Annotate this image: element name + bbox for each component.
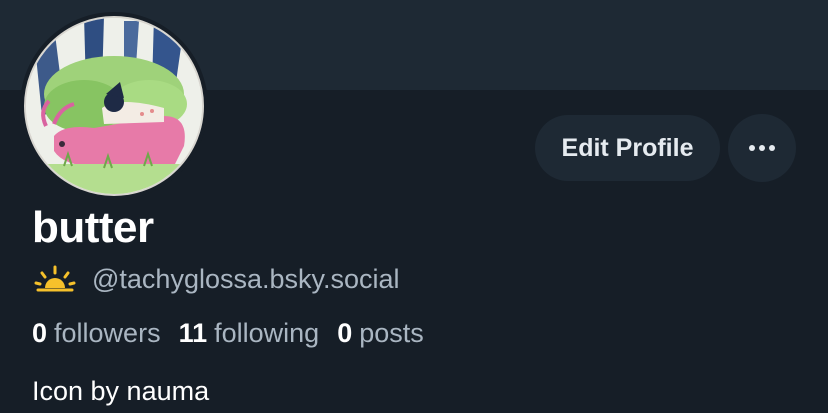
more-options-button[interactable] [728, 114, 796, 182]
edit-profile-label: Edit Profile [561, 133, 694, 162]
ellipsis-icon [747, 145, 777, 151]
following-count: 11 [178, 317, 208, 348]
handle-row: @tachyglossa.bsky.social [34, 260, 400, 298]
avatar[interactable] [20, 12, 208, 200]
edit-profile-button[interactable]: Edit Profile [535, 115, 720, 181]
profile-stats: 0 followers 11 following 0 posts [32, 314, 442, 352]
display-name: butter [32, 203, 154, 252]
profile-page: Edit Profile butter @tachyglossa.bsky.so… [0, 0, 828, 413]
posts-stat: 0 posts [337, 318, 424, 349]
profile-handle[interactable]: @tachyglossa.bsky.social [92, 264, 400, 295]
posts-label: posts [359, 317, 424, 348]
posts-count: 0 [337, 317, 353, 348]
avatar-illustration [24, 16, 204, 196]
followers-stat[interactable]: 0 followers [32, 318, 161, 349]
followers-label: followers [54, 317, 161, 348]
profile-bio: Icon by nauma [32, 376, 210, 406]
sunrise-icon [34, 265, 76, 292]
following-label: following [214, 317, 320, 348]
followers-count: 0 [32, 317, 48, 348]
following-stat[interactable]: 11 following [179, 318, 320, 349]
